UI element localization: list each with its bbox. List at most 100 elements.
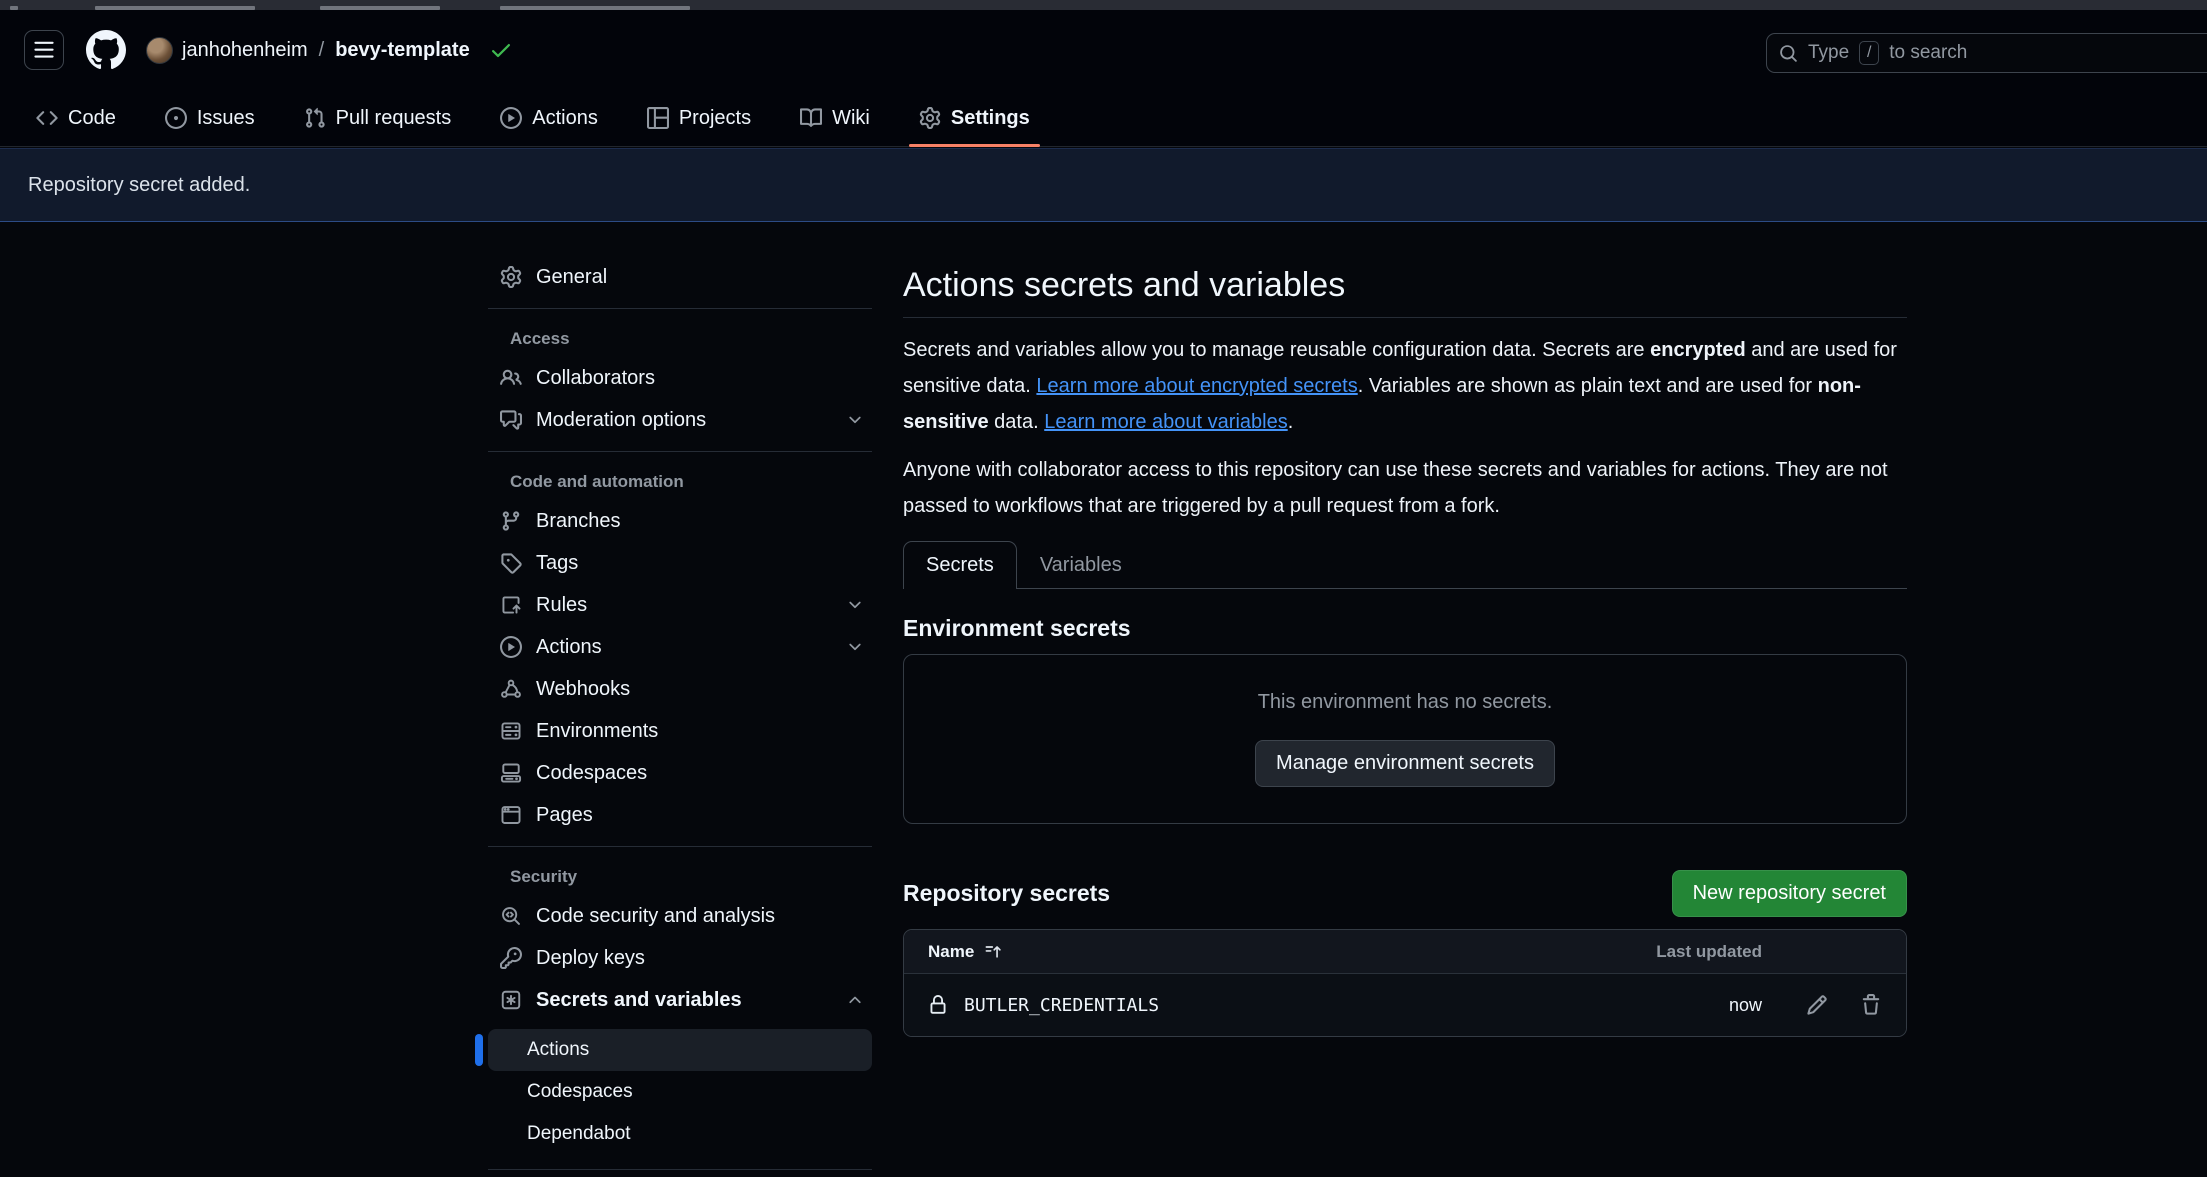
app-header: janhohenheim / bevy-template Type / to s… bbox=[0, 10, 2207, 90]
three-bars-icon bbox=[33, 39, 55, 61]
webhook-icon bbox=[500, 678, 522, 700]
sidebar-item-label: Tags bbox=[536, 552, 864, 575]
sidebar-item-secrets-and-variables[interactable]: Secrets and variables bbox=[488, 979, 872, 1021]
sidebar-item-label: Code security and analysis bbox=[536, 905, 864, 928]
tab-secrets[interactable]: Secrets bbox=[903, 541, 1017, 589]
secrets-variables-tabnav: Secrets Variables bbox=[903, 540, 1907, 589]
key-asterisk-icon bbox=[500, 989, 522, 1011]
sidebar-item-codespaces[interactable]: Codespaces bbox=[488, 752, 872, 794]
people-icon bbox=[500, 367, 522, 389]
repo-nav: Code Issues Pull requests Actions Projec… bbox=[0, 90, 2207, 147]
new-repository-secret-button[interactable]: New repository secret bbox=[1672, 870, 1907, 917]
sidebar-item-moderation-options[interactable]: Moderation options bbox=[488, 399, 872, 441]
settings-sidebar: General Access Collaborators Moderation … bbox=[478, 252, 882, 1170]
delete-secret-button[interactable] bbox=[1860, 994, 1882, 1016]
key-icon bbox=[500, 947, 522, 969]
tab-label: Settings bbox=[951, 107, 1030, 130]
tab-projects[interactable]: Projects bbox=[641, 90, 757, 146]
sidebar-section-code-and-automation: Code and automation bbox=[488, 452, 872, 500]
breadcrumb-owner-link[interactable]: janhohenheim bbox=[182, 39, 308, 62]
gear-icon bbox=[919, 107, 941, 129]
environments-icon bbox=[500, 720, 522, 742]
edit-secret-button[interactable] bbox=[1806, 994, 1828, 1016]
hamburger-menu-button[interactable] bbox=[24, 30, 64, 70]
tab-label: Code bbox=[68, 107, 116, 130]
intro-paragraph: Secrets and variables allow you to manag… bbox=[903, 332, 1907, 440]
secret-name: BUTLER_CREDENTIALS bbox=[964, 995, 1159, 1016]
column-header-last-updated: Last updated bbox=[1632, 942, 1762, 962]
tab-pull-requests[interactable]: Pull requests bbox=[298, 90, 458, 146]
tab-label: Projects bbox=[679, 107, 751, 130]
breadcrumb-repo-link[interactable]: bevy-template bbox=[335, 39, 470, 62]
column-header-name[interactable]: Name bbox=[928, 942, 1632, 962]
gear-icon bbox=[500, 266, 522, 288]
link-learn-variables[interactable]: Learn more about variables bbox=[1044, 411, 1287, 433]
manage-environment-secrets-button[interactable]: Manage environment secrets bbox=[1255, 740, 1555, 787]
sidebar-item-collaborators[interactable]: Collaborators bbox=[488, 357, 872, 399]
tab-settings[interactable]: Settings bbox=[913, 90, 1036, 146]
sidebar-subitem-label: Dependabot bbox=[527, 1123, 631, 1145]
sidebar-item-label: Codespaces bbox=[536, 762, 864, 785]
breadcrumb: janhohenheim / bevy-template bbox=[146, 37, 513, 64]
intro-bold-encrypted: encrypted bbox=[1650, 339, 1746, 361]
browser-chrome-strip bbox=[0, 0, 2207, 10]
tab-label: Issues bbox=[197, 107, 255, 130]
breadcrumb-separator: / bbox=[319, 39, 325, 62]
tab-wiki[interactable]: Wiki bbox=[794, 90, 876, 146]
play-icon bbox=[500, 636, 522, 658]
sidebar-subitem-codespaces[interactable]: Codespaces bbox=[488, 1071, 872, 1113]
tab-variables[interactable]: Variables bbox=[1017, 541, 1145, 589]
code-icon bbox=[36, 107, 58, 129]
code-scan-icon bbox=[500, 905, 522, 927]
sidebar-item-deploy-keys[interactable]: Deploy keys bbox=[488, 937, 872, 979]
sidebar-item-label: Deploy keys bbox=[536, 947, 864, 970]
github-logo-icon[interactable] bbox=[86, 30, 126, 70]
environment-secrets-heading: Environment secrets bbox=[903, 615, 1907, 642]
sidebar-item-webhooks[interactable]: Webhooks bbox=[488, 668, 872, 710]
commit-check-icon[interactable] bbox=[489, 38, 513, 62]
tab-actions[interactable]: Actions bbox=[494, 90, 604, 146]
owner-avatar[interactable] bbox=[146, 37, 173, 64]
sidebar-item-code-security-and-analysis[interactable]: Code security and analysis bbox=[488, 895, 872, 937]
play-icon bbox=[500, 107, 522, 129]
sidebar-subitem-label: Actions bbox=[527, 1039, 589, 1061]
tab-code[interactable]: Code bbox=[30, 90, 122, 146]
intro-text: data. bbox=[989, 411, 1045, 433]
sidebar-subitem-label: Codespaces bbox=[527, 1081, 633, 1103]
table-row: BUTLER_CREDENTIALS now bbox=[904, 974, 1906, 1036]
settings-page-content: General Access Collaborators Moderation … bbox=[0, 222, 2207, 1177]
search-placeholder-after: to search bbox=[1889, 42, 1967, 64]
flash-message: Repository secret added. bbox=[28, 174, 250, 197]
issue-opened-icon bbox=[165, 107, 187, 129]
global-search-input[interactable]: Type / to search bbox=[1766, 33, 2207, 73]
slash-key-hint: / bbox=[1859, 41, 1879, 65]
flash-notice-banner: Repository secret added. bbox=[0, 148, 2207, 222]
link-learn-encrypted-secrets[interactable]: Learn more about encrypted secrets bbox=[1036, 375, 1357, 397]
sidebar-item-label: Environments bbox=[536, 720, 864, 743]
sidebar-divider bbox=[488, 1169, 872, 1170]
sidebar-item-rules[interactable]: Rules bbox=[488, 584, 872, 626]
sidebar-section-security: Security bbox=[488, 847, 872, 895]
sidebar-subitem-actions[interactable]: Actions bbox=[488, 1029, 872, 1071]
sidebar-subitem-dependabot[interactable]: Dependabot bbox=[488, 1113, 872, 1155]
search-icon bbox=[1779, 44, 1798, 63]
tab-issues[interactable]: Issues bbox=[159, 90, 261, 146]
secret-last-updated: now bbox=[1632, 995, 1762, 1016]
sidebar-item-tags[interactable]: Tags bbox=[488, 542, 872, 584]
sidebar-item-pages[interactable]: Pages bbox=[488, 794, 872, 836]
intro-text: Secrets and variables allow you to manag… bbox=[903, 339, 1650, 361]
sidebar-item-label: General bbox=[536, 266, 864, 289]
intro-text: . bbox=[1288, 411, 1294, 433]
sidebar-item-actions[interactable]: Actions bbox=[488, 626, 872, 668]
chevron-up-icon bbox=[846, 991, 864, 1009]
sidebar-item-environments[interactable]: Environments bbox=[488, 710, 872, 752]
sidebar-item-general[interactable]: General bbox=[488, 256, 872, 298]
repository-secrets-table: Name Last updated BUTLER_CREDENTIALS now bbox=[903, 929, 1907, 1037]
table-header-row: Name Last updated bbox=[904, 930, 1906, 974]
sidebar-item-label: Secrets and variables bbox=[536, 989, 832, 1012]
browser-icon bbox=[500, 804, 522, 826]
sidebar-item-branches[interactable]: Branches bbox=[488, 500, 872, 542]
codespaces-icon bbox=[500, 762, 522, 784]
collaborator-access-paragraph: Anyone with collaborator access to this … bbox=[903, 452, 1907, 524]
lock-icon bbox=[928, 995, 948, 1015]
